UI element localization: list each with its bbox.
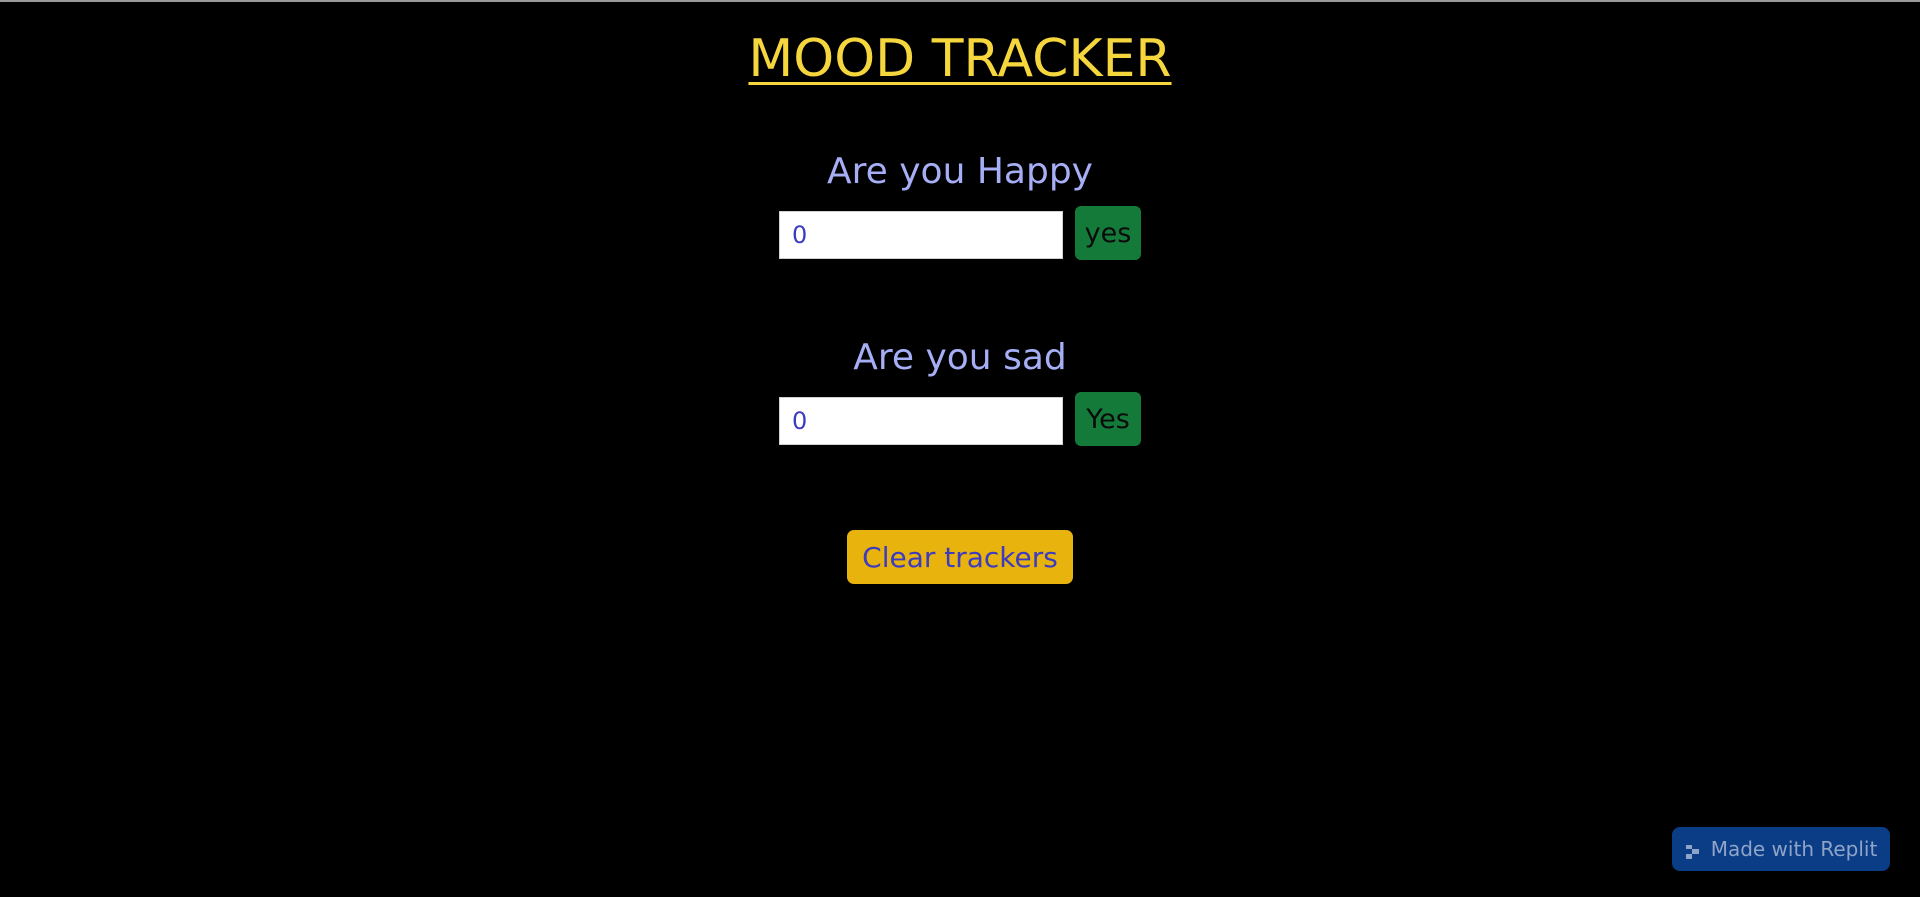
happy-question: Are you Happy: [827, 151, 1093, 192]
page: MOOD TRACKER Are you Happy yes Are you s…: [0, 0, 1920, 897]
happy-count-field[interactable]: [779, 211, 1063, 259]
clear-trackers-button[interactable]: Clear trackers: [847, 530, 1073, 584]
made-with-replit-badge[interactable]: Made with Replit: [1672, 827, 1890, 871]
window-top-border: [0, 0, 1920, 2]
sad-yes-button[interactable]: Yes: [1075, 392, 1141, 446]
happy-yes-button[interactable]: yes: [1075, 206, 1141, 260]
badge-label: Made with Replit: [1710, 837, 1878, 861]
sad-question: Are you sad: [853, 337, 1067, 378]
replit-icon: [1685, 841, 1701, 859]
page-title: MOOD TRACKER: [748, 29, 1172, 89]
sad-count-field[interactable]: [779, 397, 1063, 445]
